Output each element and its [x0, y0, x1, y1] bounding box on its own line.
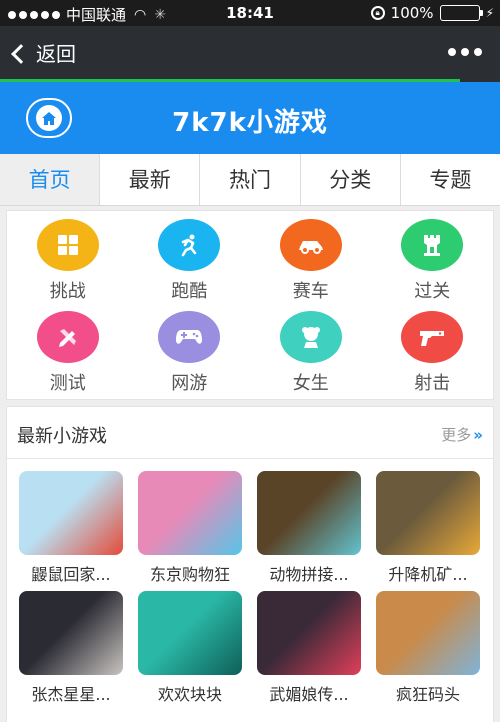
category-label: 跑酷 — [171, 281, 208, 302]
game-name: 鼹鼠回家... — [31, 565, 111, 584]
more-options-button[interactable] — [448, 48, 482, 56]
game-name: 张杰星星... — [31, 685, 111, 704]
battery-percent: 100% — [390, 4, 434, 22]
game-name: 武媚娘传... — [269, 685, 349, 704]
category-levels[interactable]: 过关 — [372, 219, 494, 311]
category-label: 测试 — [49, 373, 86, 394]
new-games-section: 最新小游戏 更多» 鼹鼠回家... 东京购物狂 动物拼接... 升降机矿... 张杰星星… — [6, 406, 494, 722]
category-girls[interactable]: 女生 — [250, 311, 372, 403]
rotation-lock-icon: 🔒︎ — [370, 6, 385, 20]
tab-categories[interactable]: 分类 — [301, 154, 401, 205]
double-chevron-right-icon: » — [473, 426, 483, 444]
more-label: 更多 — [441, 426, 472, 444]
category-label: 女生 — [292, 373, 329, 394]
game-tile[interactable]: 张杰星星... — [19, 591, 123, 705]
tab-bar: 首页 最新 热门 分类 专题 — [0, 154, 500, 206]
tab-topics[interactable]: 专题 — [401, 154, 500, 205]
section-title: 最新小游戏 — [17, 426, 107, 447]
game-thumbnail — [19, 471, 123, 555]
game-tile[interactable]: 动物拼接... — [257, 471, 361, 585]
game-tile[interactable]: 鼹鼠回家... — [19, 471, 123, 585]
tab-home[interactable]: 首页 — [0, 154, 101, 205]
game-thumbnail — [257, 591, 361, 675]
gun-icon — [401, 311, 464, 363]
category-label: 过关 — [414, 281, 451, 302]
castle-icon — [401, 219, 464, 271]
tab-latest[interactable]: 最新 — [100, 154, 201, 205]
chevron-left-icon — [11, 43, 31, 64]
nav-bar: 返回 — [0, 26, 500, 82]
more-dots-icon — [448, 48, 456, 56]
game-tile[interactable]: 升降机矿... — [376, 471, 480, 585]
game-thumbnail — [138, 591, 242, 675]
category-parkour[interactable]: 跑酷 — [129, 219, 251, 311]
game-tile[interactable]: 欢欢块块 — [138, 591, 242, 705]
game-name: 动物拼接... — [269, 565, 349, 584]
category-test[interactable]: 测试 — [7, 311, 129, 403]
back-button[interactable]: 返回 — [11, 38, 76, 67]
category-racing[interactable]: 赛车 — [250, 219, 372, 311]
battery-icon — [439, 5, 483, 21]
category-panel: 挑战 跑酷 赛车 过关 测试 网游 女生 射击 — [6, 210, 494, 400]
grid-icon — [36, 219, 99, 271]
game-name: 疯狂码头 — [395, 685, 460, 704]
game-tile[interactable]: 武媚娘传... — [257, 591, 361, 705]
game-thumbnail — [257, 471, 361, 555]
game-tile[interactable]: 疯狂码头 — [376, 591, 480, 705]
site-header: 7k7k小游戏 — [0, 82, 500, 154]
tab-popular[interactable]: 热门 — [200, 154, 301, 205]
runner-icon — [158, 219, 221, 271]
status-bar: 中国联通 ◠ ✳ 18:41 🔒︎ 100% ⚡︎ — [0, 0, 500, 26]
game-thumbnail — [138, 471, 242, 555]
game-name: 欢欢块块 — [157, 685, 222, 704]
category-challenge[interactable]: 挑战 — [7, 219, 129, 311]
category-label: 网游 — [171, 373, 208, 394]
section-header: 最新小游戏 更多» — [7, 407, 493, 459]
category-online-games[interactable]: 网游 — [129, 311, 251, 403]
charging-icon: ⚡︎ — [485, 6, 494, 20]
game-thumbnail — [376, 591, 480, 675]
category-label: 挑战 — [49, 281, 86, 302]
game-name: 升降机矿... — [388, 565, 468, 584]
more-link[interactable]: 更多» — [441, 424, 483, 445]
game-tile[interactable]: 东京购物狂 — [138, 471, 242, 585]
category-label: 射击 — [414, 373, 451, 394]
back-label: 返回 — [36, 42, 76, 66]
gamepad-icon — [158, 311, 221, 363]
game-thumbnail — [19, 591, 123, 675]
game-thumbnail — [376, 471, 480, 555]
category-label: 赛车 — [292, 281, 329, 302]
game-name: 东京购物狂 — [149, 565, 230, 584]
car-icon — [279, 219, 342, 271]
pencil-icon — [36, 311, 99, 363]
site-title: 7k7k小游戏 — [172, 108, 328, 138]
category-shooting[interactable]: 射击 — [372, 311, 494, 403]
girl-icon — [279, 311, 342, 363]
